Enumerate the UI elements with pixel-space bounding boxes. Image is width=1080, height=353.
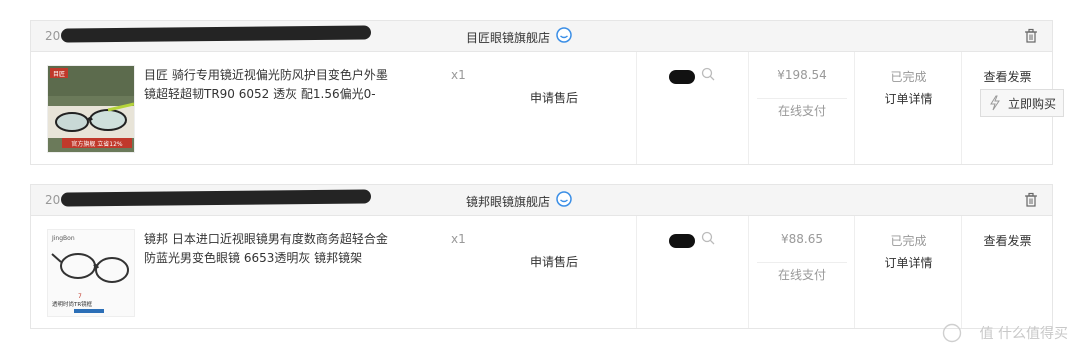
order-header: 20 镜邦眼镜旗舰店 (31, 185, 1052, 216)
payment-method: 在线支付 (757, 98, 847, 119)
magnifier-icon[interactable] (701, 67, 715, 81)
buy-again-label: 立即购买 (1008, 97, 1057, 111)
svg-text:7: 7 (78, 293, 82, 300)
order-body: 目匠 官方旗舰 立省12% 目匠 骑行专用镜近视偏光防风护目变色户外墨镜超轻超韧… (31, 52, 1064, 164)
view-invoice-link[interactable]: 查看发票 (962, 68, 1053, 85)
chat-bubble-icon[interactable] (556, 27, 572, 43)
quantity: x1 (451, 68, 466, 82)
watermark-text: 值 什么值得买 (979, 326, 1068, 342)
thumb-caption: 透明时尚TR镜框 (52, 300, 93, 308)
redacted-buyer-name (669, 234, 695, 248)
after-sale-link[interactable]: 申请售后 (530, 89, 578, 106)
order-body: JingBon 7 透明时尚TR镜框 镜邦 日本进口近视眼镜男有度数商务超轻合金… (31, 216, 1052, 328)
status-column: 已完成 订单详情 (854, 216, 962, 328)
price-column: ¥198.54 在线支付 (748, 52, 855, 164)
actions-column: 查看发票 (961, 216, 1053, 328)
shop-name-link[interactable]: 目匠眼镜旗舰店 (466, 29, 550, 46)
chat-bubble-icon[interactable] (556, 191, 572, 207)
actions-column: 查看发票 立即购买 (961, 52, 1064, 164)
product-thumbnail[interactable]: 目匠 官方旗舰 立省12% (47, 65, 135, 153)
order-number: 20 (45, 29, 61, 43)
product-thumbnail[interactable]: JingBon 7 透明时尚TR镜框 (47, 229, 135, 317)
lightning-icon (990, 95, 1000, 111)
product-title-link[interactable]: 镜邦 日本进口近视眼镜男有度数商务超轻合金防蓝光男变色眼镜 6653透明灰 镜邦… (144, 230, 389, 268)
redacted-order-info (60, 25, 372, 43)
price-column: ¥88.65 在线支付 (748, 216, 855, 328)
trash-icon[interactable] (1024, 28, 1038, 44)
redacted-buyer-name (669, 70, 695, 84)
thumb-badge: JingBon (51, 235, 75, 242)
thumb-caption: 官方旗舰 立省12% (71, 140, 123, 148)
order-card-1: 20 目匠眼镜旗舰店 目匠 官方旗舰 立省12% 目匠 骑行专用镜近视偏光防风护… (30, 20, 1064, 165)
order-number: 20 (45, 193, 61, 207)
order-price: ¥198.54 (777, 68, 827, 82)
order-card-2: 20 镜邦眼镜旗舰店 JingBon 7 透明时尚TR镜框 镜邦 日本进口近视眼… (30, 184, 1053, 329)
order-price: ¥88.65 (781, 232, 823, 246)
payment-method: 在线支付 (757, 262, 847, 283)
view-invoice-link[interactable]: 查看发票 (962, 232, 1053, 249)
buyer-column (636, 52, 749, 164)
status-column: 已完成 订单详情 (854, 52, 962, 164)
order-detail-link[interactable]: 订单详情 (855, 254, 962, 271)
watermark-logo-icon (942, 323, 962, 343)
buy-again-button[interactable]: 立即购买 (980, 89, 1064, 117)
after-sale-link[interactable]: 申请售后 (530, 253, 578, 270)
magnifier-icon[interactable] (701, 231, 715, 245)
thumb-badge: 目匠 (53, 71, 65, 78)
product-title-link[interactable]: 目匠 骑行专用镜近视偏光防风护目变色户外墨镜超轻超韧TR90 6052 透灰 配… (144, 66, 389, 104)
order-status: 已完成 (890, 70, 927, 84)
buyer-column (636, 216, 749, 328)
trash-icon[interactable] (1024, 192, 1038, 208)
order-status: 已完成 (890, 234, 927, 248)
quantity: x1 (451, 232, 466, 246)
order-header: 20 目匠眼镜旗舰店 (31, 21, 1052, 52)
shop-name-link[interactable]: 镜邦眼镜旗舰店 (466, 193, 550, 210)
redacted-order-info (60, 189, 372, 207)
order-detail-link[interactable]: 订单详情 (855, 90, 962, 107)
